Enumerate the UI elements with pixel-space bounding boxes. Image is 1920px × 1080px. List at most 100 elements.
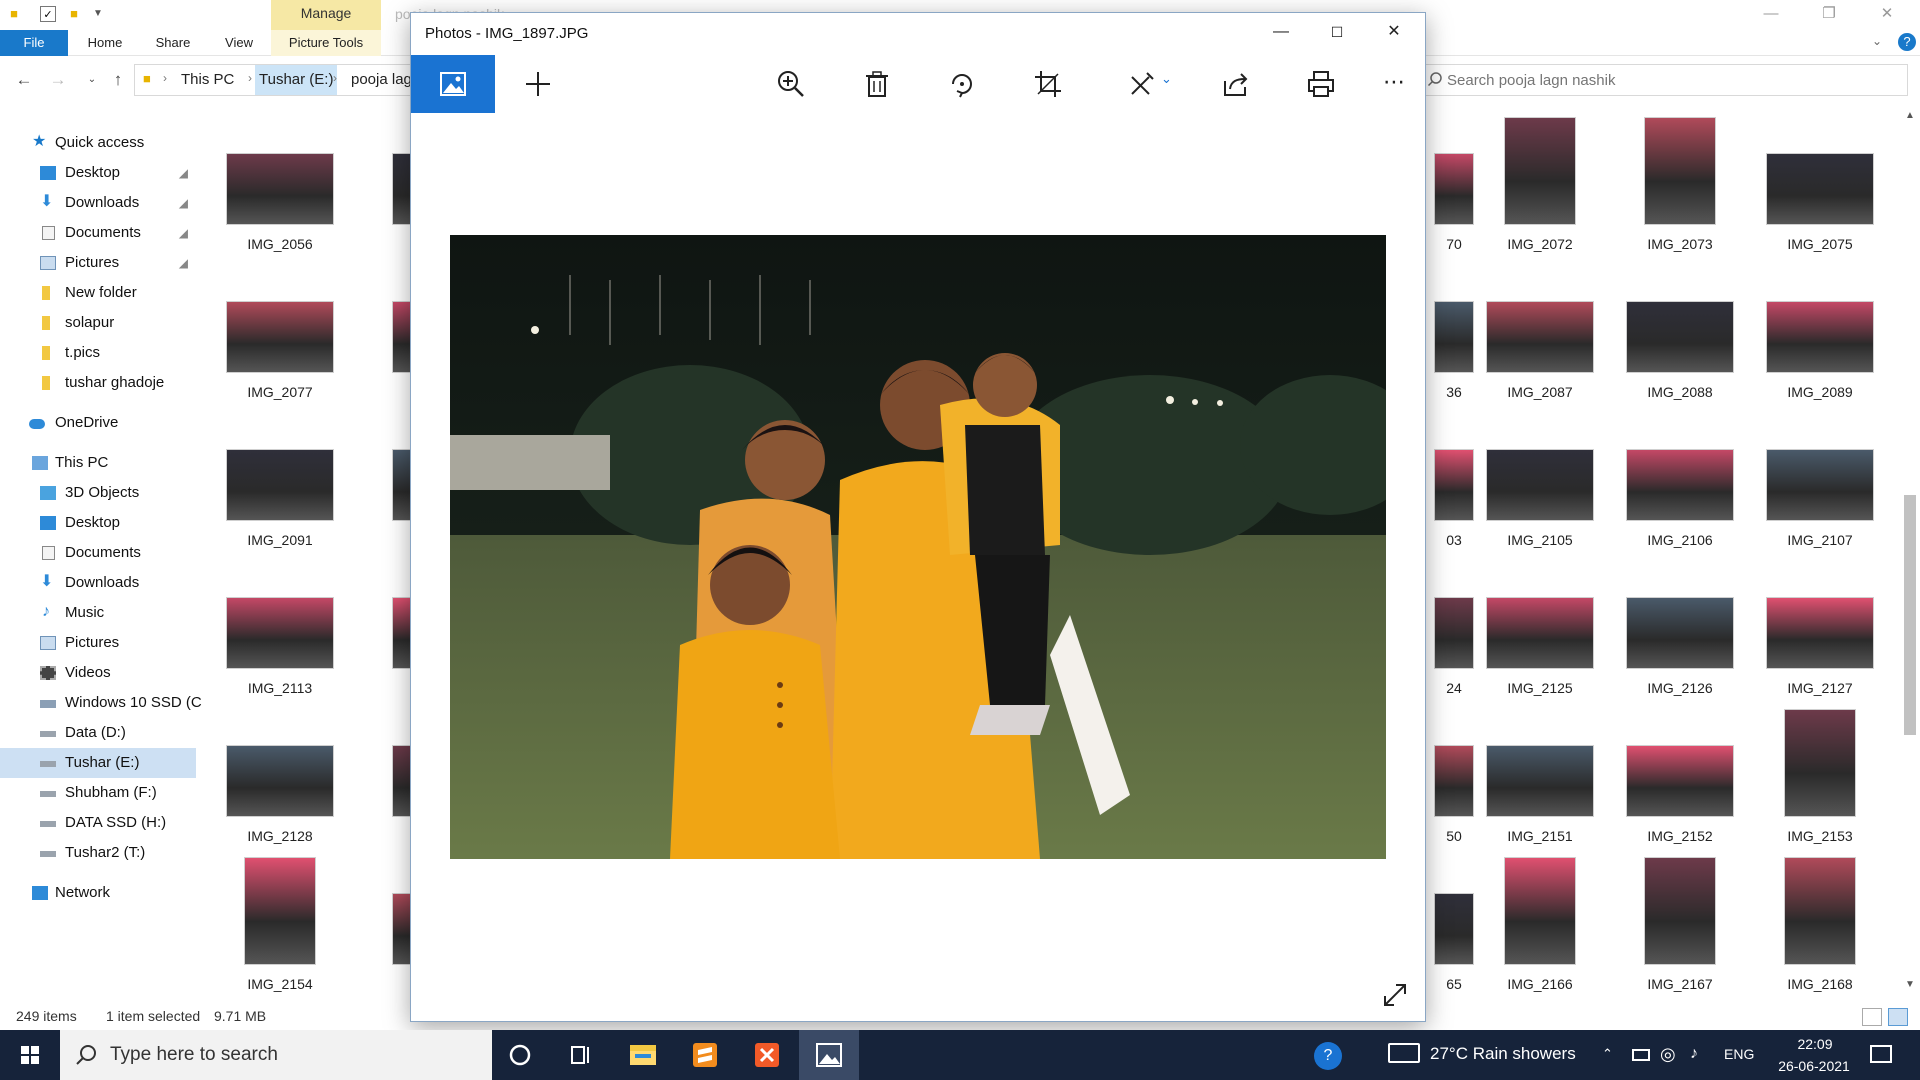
file-item[interactable]: IMG_2077 xyxy=(210,258,350,400)
back-arrow-icon[interactable]: ← xyxy=(14,70,34,90)
tab-view[interactable]: View xyxy=(214,30,264,56)
windows-start-icon[interactable] xyxy=(0,1030,60,1080)
details-view-icon[interactable] xyxy=(1862,1008,1882,1026)
nav-new-folder[interactable]: New folder xyxy=(0,278,196,308)
notification-center-icon[interactable] xyxy=(1870,1045,1892,1063)
pin-icon[interactable]: ◢ xyxy=(179,188,188,218)
file-item[interactable]: IMG_2107 xyxy=(1750,406,1890,548)
scrollbar-thumb[interactable] xyxy=(1904,495,1916,735)
nav-pictures[interactable]: Pictures ◢ xyxy=(0,248,196,278)
nav-3d-objects[interactable]: 3D Objects xyxy=(0,478,196,508)
clock-date[interactable]: 26-06-2021 xyxy=(1766,1056,1862,1076)
file-item[interactable]: IMG_2126 xyxy=(1610,554,1750,696)
file-item[interactable]: IMG_2125 xyxy=(1470,554,1610,696)
restore-icon[interactable]: ❐ xyxy=(1806,0,1852,30)
nav-drive-f[interactable]: Shubham (F:) xyxy=(0,778,196,808)
up-arrow-icon[interactable]: ↑ xyxy=(108,70,128,90)
nav-music[interactable]: ♪ Music xyxy=(0,598,196,628)
full-screen-icon[interactable] xyxy=(1381,981,1409,1009)
volume-icon[interactable]: ♪ xyxy=(1690,1044,1698,1064)
chevron-right-icon[interactable]: › xyxy=(163,71,167,85)
help-icon[interactable]: ? xyxy=(1898,33,1916,51)
quick-access-dropdown-icon[interactable]: ▼ xyxy=(90,6,106,22)
pin-icon[interactable]: ◢ xyxy=(179,248,188,278)
nav-network[interactable]: Network xyxy=(0,878,196,908)
network-globe-icon[interactable]: ◎ xyxy=(1660,1044,1676,1064)
nav-pc-documents[interactable]: Documents xyxy=(0,538,196,568)
help-icon[interactable]: ? xyxy=(1314,1042,1342,1070)
photos-taskbar-icon[interactable] xyxy=(799,1030,859,1080)
file-item[interactable]: IMG_2152 xyxy=(1610,702,1750,844)
nav-pc-desktop[interactable]: Desktop xyxy=(0,508,196,538)
cortana-icon[interactable] xyxy=(490,1030,550,1080)
nav-solapur[interactable]: solapur xyxy=(0,308,196,338)
nav-videos[interactable]: Videos xyxy=(0,658,196,688)
chevron-right-icon[interactable]: › xyxy=(333,71,337,85)
nav-drive-t[interactable]: Tushar2 (T:) xyxy=(0,838,196,868)
taskbar-search-box[interactable]: Type here to search xyxy=(60,1030,492,1080)
sublime-text-icon[interactable] xyxy=(675,1030,735,1080)
large-icons-view-icon[interactable] xyxy=(1888,1008,1908,1026)
pin-icon[interactable]: ◢ xyxy=(179,158,188,188)
breadcrumb-this-pc[interactable]: This PC xyxy=(181,71,234,88)
tab-file[interactable]: File xyxy=(0,30,68,56)
delete-icon[interactable] xyxy=(862,69,892,99)
file-item[interactable]: IMG_2088 xyxy=(1610,258,1750,400)
nav-t-pics[interactable]: t.pics xyxy=(0,338,196,368)
zoom-in-icon[interactable] xyxy=(776,69,806,99)
file-item[interactable]: IMG_2128 xyxy=(210,702,350,844)
file-item[interactable]: IMG_2075 xyxy=(1750,110,1890,252)
crop-icon[interactable] xyxy=(1033,69,1063,99)
close-icon[interactable]: ✕ xyxy=(1864,0,1910,30)
file-item[interactable]: IMG_2151 xyxy=(1470,702,1610,844)
nav-pc-downloads[interactable]: ⬇ Downloads xyxy=(0,568,196,598)
file-item[interactable]: IMG_2073 xyxy=(1610,110,1750,252)
nav-desktop[interactable]: Desktop ◢ xyxy=(0,158,196,188)
more-options-icon[interactable]: ⋯ xyxy=(1383,69,1406,95)
file-item[interactable]: IMG_2105 xyxy=(1470,406,1610,548)
file-item[interactable]: IMG_2168 xyxy=(1750,850,1890,992)
nav-quick-access[interactable]: ★ Quick access xyxy=(0,128,196,158)
news-weather-icon[interactable] xyxy=(1388,1043,1420,1063)
file-item[interactable]: IMG_2154 xyxy=(210,850,350,992)
print-icon[interactable] xyxy=(1306,69,1336,99)
scroll-down-icon[interactable]: ▼ xyxy=(1905,979,1915,990)
tab-home[interactable]: Home xyxy=(80,30,130,56)
file-item[interactable]: IMG_2166 xyxy=(1470,850,1610,992)
minimize-icon[interactable]: — xyxy=(1261,19,1301,45)
chevron-down-icon[interactable]: ⌄ xyxy=(1161,71,1172,87)
share-icon[interactable] xyxy=(1221,69,1251,99)
nav-documents[interactable]: Documents ◢ xyxy=(0,218,196,248)
rotate-icon[interactable] xyxy=(947,69,977,99)
nav-downloads[interactable]: ⬇ Downloads ◢ xyxy=(0,188,196,218)
file-item[interactable]: IMG_2056 xyxy=(210,110,350,252)
edit-draw-icon[interactable] xyxy=(1127,69,1157,99)
manage-context-tab[interactable]: Manage xyxy=(271,0,381,30)
nav-pc-pictures[interactable]: Pictures xyxy=(0,628,196,658)
photo-image[interactable] xyxy=(450,235,1386,859)
maximize-icon[interactable]: ☐ xyxy=(1317,19,1357,45)
chevron-right-icon[interactable]: › xyxy=(248,71,252,85)
task-view-icon[interactable] xyxy=(550,1030,610,1080)
file-item[interactable]: IMG_2127 xyxy=(1750,554,1890,696)
tab-share[interactable]: Share xyxy=(148,30,198,56)
close-icon[interactable]: ✕ xyxy=(1374,19,1414,45)
breadcrumb-tushar-e[interactable]: Tushar (E:) xyxy=(255,65,338,95)
add-icon[interactable] xyxy=(523,69,553,99)
nav-drive-d[interactable]: Data (D:) xyxy=(0,718,196,748)
file-item[interactable]: IMG_2153 xyxy=(1750,702,1890,844)
recent-dropdown-icon[interactable]: ⌄ xyxy=(82,70,102,90)
clock-time[interactable]: 22:09 xyxy=(1780,1034,1850,1054)
file-explorer-taskbar-icon[interactable] xyxy=(613,1030,673,1080)
tab-picture-tools[interactable]: Picture Tools xyxy=(271,30,381,56)
nav-drive-h[interactable]: DATA SSD (H:) xyxy=(0,808,196,838)
view-photos-button[interactable] xyxy=(411,55,495,113)
nav-drive-c[interactable]: Windows 10 SSD (C xyxy=(0,688,202,718)
pin-icon[interactable]: ◢ xyxy=(179,218,188,248)
properties-icon[interactable]: ✓ xyxy=(40,6,56,22)
weather-text[interactable]: 27°C Rain showers xyxy=(1430,1044,1576,1064)
scroll-up-icon[interactable]: ▲ xyxy=(1905,110,1915,121)
new-folder-icon[interactable]: ■ xyxy=(66,6,82,22)
minimize-icon[interactable]: — xyxy=(1748,0,1794,30)
chevron-down-icon[interactable]: ⌄ xyxy=(1872,34,1882,48)
